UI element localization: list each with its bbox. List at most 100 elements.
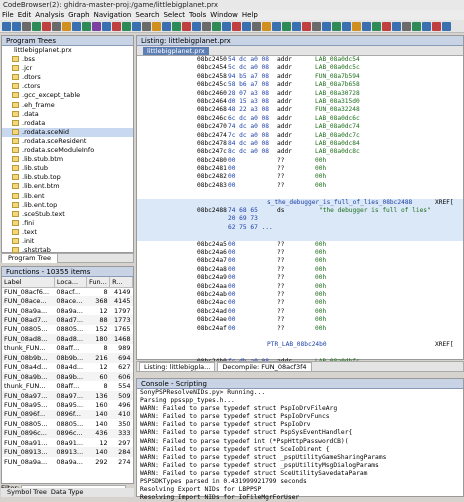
- toolbar-tool-icon[interactable]: [332, 21, 341, 31]
- toolbar-tool-icon[interactable]: [342, 21, 351, 31]
- toolbar-tool-icon[interactable]: [192, 21, 201, 31]
- table-row[interactable]: FUN_08a4d... 08a4d... 12 627: [2, 363, 133, 372]
- listing-row[interactable]: 08bc2470 74 dc a0 08 addr LAB_08a0dc74: [137, 123, 463, 131]
- toolbar-tool-icon[interactable]: [422, 21, 431, 31]
- tree-item[interactable]: .lib.stub: [2, 164, 133, 173]
- toolbar-tool-icon[interactable]: [152, 21, 161, 31]
- tree-item[interactable]: .rodata.sceNid: [2, 127, 133, 137]
- menu-item-graph[interactable]: Graph: [66, 11, 91, 19]
- table-row[interactable]: FUN_08913... 08913... 140 284: [2, 447, 133, 457]
- listing-row[interactable]: 08bc246c 6c dc a0 08 addr LAB_08a0dc6c: [137, 115, 463, 123]
- listing-row[interactable]: 08bc2480 00?? 00h: [137, 157, 463, 165]
- listing-row[interactable]: 08bc2458 94 b5 a7 08 addr FUN_08a7b594: [137, 73, 463, 81]
- toolbar-tool-icon[interactable]: [402, 21, 411, 31]
- listing-file-tab[interactable]: littlebigplanet.prx: [143, 47, 209, 55]
- listing-label-row[interactable]: PTR_LAB_08bc24b0 XREF[: [137, 341, 463, 349]
- listing-row[interactable]: 08bc24a8 00?? 00h: [137, 266, 463, 274]
- toolbar-tool-icon[interactable]: [302, 21, 311, 31]
- toolbar-tool-icon[interactable]: [412, 21, 421, 31]
- listing-row[interactable]: 08bc24a6 00?? 00h: [137, 249, 463, 257]
- tree-item[interactable]: .rodata.sceResident: [2, 137, 133, 146]
- listing-row[interactable]: 08bc2468 48 22 a3 08 addr FUN_08a32248: [137, 106, 463, 114]
- tree-item[interactable]: .text: [2, 228, 133, 237]
- menu-item-edit[interactable]: Edit: [16, 11, 34, 19]
- table-row[interactable]: FUN_0896c... 0896c... 436 333: [2, 428, 133, 438]
- tree-item[interactable]: .rodata: [2, 119, 133, 128]
- table-row[interactable]: FUN_08805... 08805... 152 1765: [2, 325, 133, 334]
- toolbar-tool-icon[interactable]: [202, 21, 211, 31]
- toolbar-tool-icon[interactable]: [62, 21, 71, 31]
- toolbar-tool-icon[interactable]: [162, 21, 171, 31]
- tab-decompile[interactable]: Decompile: FUN_08acf3f4: [217, 361, 312, 372]
- toolbar-tool-icon[interactable]: [392, 21, 401, 31]
- toolbar-tool-icon[interactable]: [92, 21, 101, 31]
- toolbar-tool-icon[interactable]: [222, 21, 231, 31]
- listing-row[interactable]: 08bc247c 8c dc a0 08 addr LAB_08a0dc8c: [137, 148, 463, 156]
- table-row[interactable]: FUN_08a91... 08a91... 12 297: [2, 438, 133, 447]
- tree-item[interactable]: .jcr: [2, 64, 133, 73]
- toolbar-tool-icon[interactable]: [292, 21, 301, 31]
- toolbar-tool-icon[interactable]: [352, 21, 361, 31]
- toolbar-tool-icon[interactable]: [122, 21, 131, 31]
- table-row[interactable]: FUN_08a9a... 08a9a... 12 1797: [2, 306, 133, 315]
- tab-symbol-tree[interactable]: Symbol Tree: [7, 488, 47, 497]
- table-row[interactable]: thunk_FUN... 08aff... 8 989: [2, 344, 133, 353]
- listing-row[interactable]: 08bc2478 84 dc a0 08 addr LAB_08a0dc84: [137, 140, 463, 148]
- tab-program-tree[interactable]: Program Tree: [2, 254, 59, 263]
- toolbar-tool-icon[interactable]: [442, 21, 451, 31]
- listing-row[interactable]: 08bc2460 28 07 a3 08 addr LAB_08a30728: [137, 90, 463, 98]
- tree-item[interactable]: .bss: [2, 55, 133, 64]
- column-header[interactable]: Loca...: [54, 277, 87, 288]
- toolbar-tool-icon[interactable]: [52, 21, 61, 31]
- listing-row[interactable]: 08bc2450 54 dc a0 08 addr LAB_08a0dc54: [137, 56, 463, 64]
- tree-item[interactable]: .ctors: [2, 82, 133, 91]
- column-header[interactable]: Label: [2, 277, 55, 288]
- table-row[interactable]: FUN_08acf6... 08acf... 8 4149: [2, 287, 133, 296]
- tree-item[interactable]: .init: [2, 237, 133, 246]
- table-row[interactable]: FUN_08a95... 08a95... 160 496: [2, 400, 133, 409]
- table-row[interactable]: FUN_08ace... 08ace... 368 4145: [2, 296, 133, 306]
- toolbar-tool-icon[interactable]: [172, 21, 181, 31]
- toolbar-tool-icon[interactable]: [12, 21, 21, 31]
- listing-row[interactable]: 08bc245c 58 b6 a7 08 addr LAB_08a7b658: [137, 81, 463, 89]
- listing-row[interactable]: 08bc2483 00?? 00h: [137, 182, 463, 190]
- tree-item[interactable]: .rodata.sceModuleInfo: [2, 146, 133, 155]
- column-header[interactable]: R...: [109, 277, 133, 288]
- toolbar-tool-icon[interactable]: [42, 21, 51, 31]
- toolbar-tool-icon[interactable]: [372, 21, 381, 31]
- tree-item[interactable]: .lib.ent: [2, 192, 133, 201]
- menu-item-help[interactable]: Help: [240, 11, 260, 19]
- toolbar-tool-icon[interactable]: [432, 21, 441, 31]
- toolbar-tool-icon[interactable]: [102, 21, 111, 31]
- listing-row[interactable]: 08bc24ad 00?? 00h: [137, 308, 463, 316]
- listing-row[interactable]: 08bc2481 00?? 00h: [137, 165, 463, 173]
- tree-item[interactable]: .dtors: [2, 73, 133, 82]
- listing-label-row[interactable]: s_the_debugger_is_full_of_lies_08bc2488 X…: [137, 198, 463, 208]
- tree-item[interactable]: .lib.ent.top: [2, 201, 133, 210]
- table-row[interactable]: FUN_08a9a... 08a9a... 292 274: [2, 457, 133, 466]
- table-row[interactable]: FUN_08a9b... 08a9b... 60 606: [2, 371, 133, 382]
- tree-item[interactable]: .sceStub.text: [2, 210, 133, 219]
- toolbar-tool-icon[interactable]: [142, 21, 151, 31]
- listing-row[interactable]: 08bc2488 74 68 65 ds "the debugger is full …: [137, 207, 463, 216]
- toolbar-tool-icon[interactable]: [182, 21, 191, 31]
- tree-root[interactable]: littlebigplanet.prx: [2, 46, 133, 55]
- menu-item-tools[interactable]: Tools: [187, 11, 208, 19]
- table-row[interactable]: FUN_0896f... 0896f... 140 410: [2, 409, 133, 420]
- toolbar-tool-icon[interactable]: [232, 21, 241, 31]
- menu-item-navigation[interactable]: Navigation: [92, 11, 134, 19]
- tree-item[interactable]: .fini: [2, 219, 133, 228]
- toolbar-tool-icon[interactable]: [252, 21, 261, 31]
- menu-item-analysis[interactable]: Analysis: [33, 11, 66, 19]
- tree-item[interactable]: .lib.stub.top: [2, 173, 133, 182]
- table-row[interactable]: FUN_08a97... 08a97... 136 509: [2, 390, 133, 401]
- toolbar-tool-icon[interactable]: [72, 21, 81, 31]
- listing-row[interactable]: 08bc24a7 00?? 00h: [137, 257, 463, 265]
- listing-row[interactable]: 08bc24ae 00?? 00h: [137, 316, 463, 324]
- toolbar-tool-icon[interactable]: [282, 21, 291, 31]
- table-row[interactable]: FUN_08ad7... 08ad7... 88 1773: [2, 315, 133, 325]
- menu-item-select[interactable]: Select: [161, 11, 187, 19]
- toolbar-tool-icon[interactable]: [22, 21, 31, 31]
- tree-item[interactable]: .lib.stub.btm: [2, 155, 133, 164]
- listing-row[interactable]: 08bc2464 d0 15 a3 08 addr LAB_08a315d0: [137, 98, 463, 106]
